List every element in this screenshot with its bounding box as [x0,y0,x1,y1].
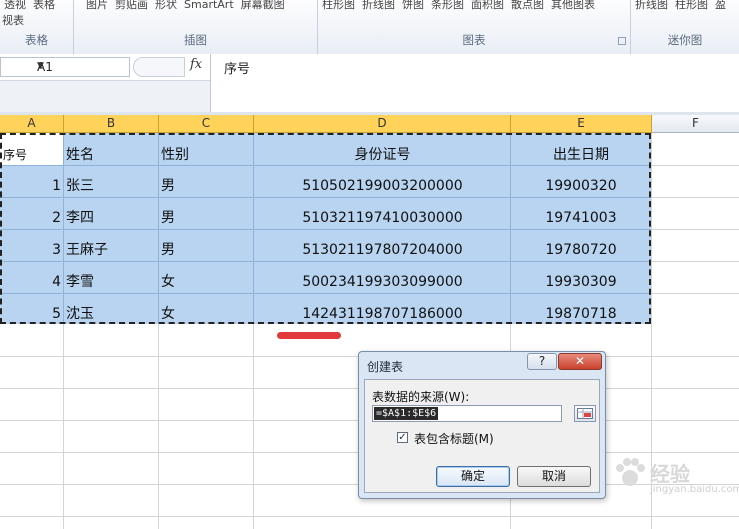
gridline [0,516,739,517]
insert-function-icon[interactable]: fx [190,57,210,72]
ribbon-item-shapes[interactable]: 形状 [155,0,177,11]
gridline [652,197,739,198]
ribbon: 透视 表格 视表 表格 图片 剪贴画 形状 SmartArt 屏幕截图 插图 柱形图 折线图… [0,0,739,55]
create-table-dialog: 创建表 ? ✕ 表数据的来源(W): =$A$1:$E$6 ✓ 表包含标题(M)… [358,351,606,499]
ribbon-item-pie-chart[interactable]: 饼图 [402,0,424,11]
close-button[interactable]: ✕ [558,353,602,370]
column-header-b[interactable]: B [64,115,159,133]
gridline [652,229,739,230]
ribbon-item-table[interactable]: 表格 [33,0,55,11]
ribbon-item-line-chart[interactable]: 折线图 [362,0,395,11]
ribbon-item-pivot[interactable]: 透视 [4,0,26,11]
ribbon-group-label: 图表 [462,33,486,47]
range-select-icon [577,408,593,419]
ribbon-item-pivot-sub[interactable]: 视表 [2,12,24,28]
formula-bar: A1 ▼ fx 序号 [0,54,739,113]
ribbon-group-charts: 柱形图 折线图 饼图 条形图 面积图 散点图 其他图表 图表 [318,0,631,54]
watermark-text: 经验 [650,462,690,486]
ribbon-item-screenshot[interactable]: 屏幕截图 [241,0,285,11]
gridline [652,261,739,262]
ribbon-group-label: 迷你图 [667,33,703,47]
dialog-title: 创建表 [367,360,404,374]
column-header-a[interactable]: A [0,115,64,133]
paw-logo-icon [616,458,645,486]
ribbon-group-illustrations: 图片 剪贴画 形状 SmartArt 屏幕截图 插图 [74,0,318,54]
ribbon-group-label: 插图 [184,33,207,47]
ribbon-item-picture[interactable]: 图片 [86,0,108,11]
ribbon-item-sparkline-column[interactable]: 柱形图 [675,0,708,11]
ribbon-group-tables: 透视 表格 视表 表格 [0,0,74,54]
ok-button[interactable]: 确定 [436,466,510,487]
watermark-url: jingyan.baidu.com [650,484,739,495]
has-headers-checkbox[interactable]: ✓ [397,432,408,443]
formula-bar-splitter[interactable] [133,57,185,77]
gridline [158,324,159,529]
ribbon-item-area-chart[interactable]: 面积图 [471,0,504,11]
marching-ants-border [0,133,651,324]
name-box[interactable]: A1 ▼ [0,57,130,77]
gridline [253,324,254,529]
column-header-f[interactable]: F [652,115,739,133]
watermark: 经验 jingyan.baidu.com [610,450,739,500]
ribbon-item-bar-chart[interactable]: 条形图 [431,0,464,11]
range-input-value: =$A$1:$E$6 [374,407,439,420]
ribbon-item-other-charts[interactable]: 其他图表 [551,0,595,11]
gridline [652,165,739,166]
chevron-down-icon[interactable]: ▼ [37,61,126,71]
gridline [652,293,739,294]
help-button[interactable]: ? [527,353,557,370]
collapse-dialog-button[interactable] [574,405,596,422]
source-label: 表数据的来源(W): [372,390,470,404]
ribbon-item-sparkline-winloss[interactable]: 盈 [715,0,726,11]
dialog-body: 表数据的来源(W): =$A$1:$E$6 ✓ 表包含标题(M) 确定 取消 [364,379,600,493]
ribbon-item-smartart[interactable]: SmartArt [184,0,234,11]
red-underline-annotation [277,332,341,339]
gridline [63,324,64,529]
column-header-e[interactable]: E [511,115,652,133]
has-headers-label[interactable]: 表包含标题(M) [414,430,494,447]
ribbon-item-sparkline-line[interactable]: 折线图 [635,0,668,11]
ribbon-item-scatter-chart[interactable]: 散点图 [511,0,544,11]
ribbon-group-label: 表格 [25,33,48,47]
formula-bar-content[interactable]: 序号 [224,58,250,77]
range-input[interactable]: =$A$1:$E$6 [372,405,562,422]
formula-bar-divider [210,54,211,112]
formula-bar-expanded-area [0,80,210,113]
column-header-c[interactable]: C [159,115,254,133]
ribbon-group-sparklines: 折线图 柱形图盈 迷你图 [631,0,739,54]
column-header-d[interactable]: D [254,115,511,133]
cancel-button[interactable]: 取消 [517,466,591,487]
ribbon-item-clipart[interactable]: 剪贴画 [115,0,148,11]
dialog-launcher-icon[interactable] [618,37,626,45]
ribbon-item-column-chart[interactable]: 柱形图 [322,0,355,11]
